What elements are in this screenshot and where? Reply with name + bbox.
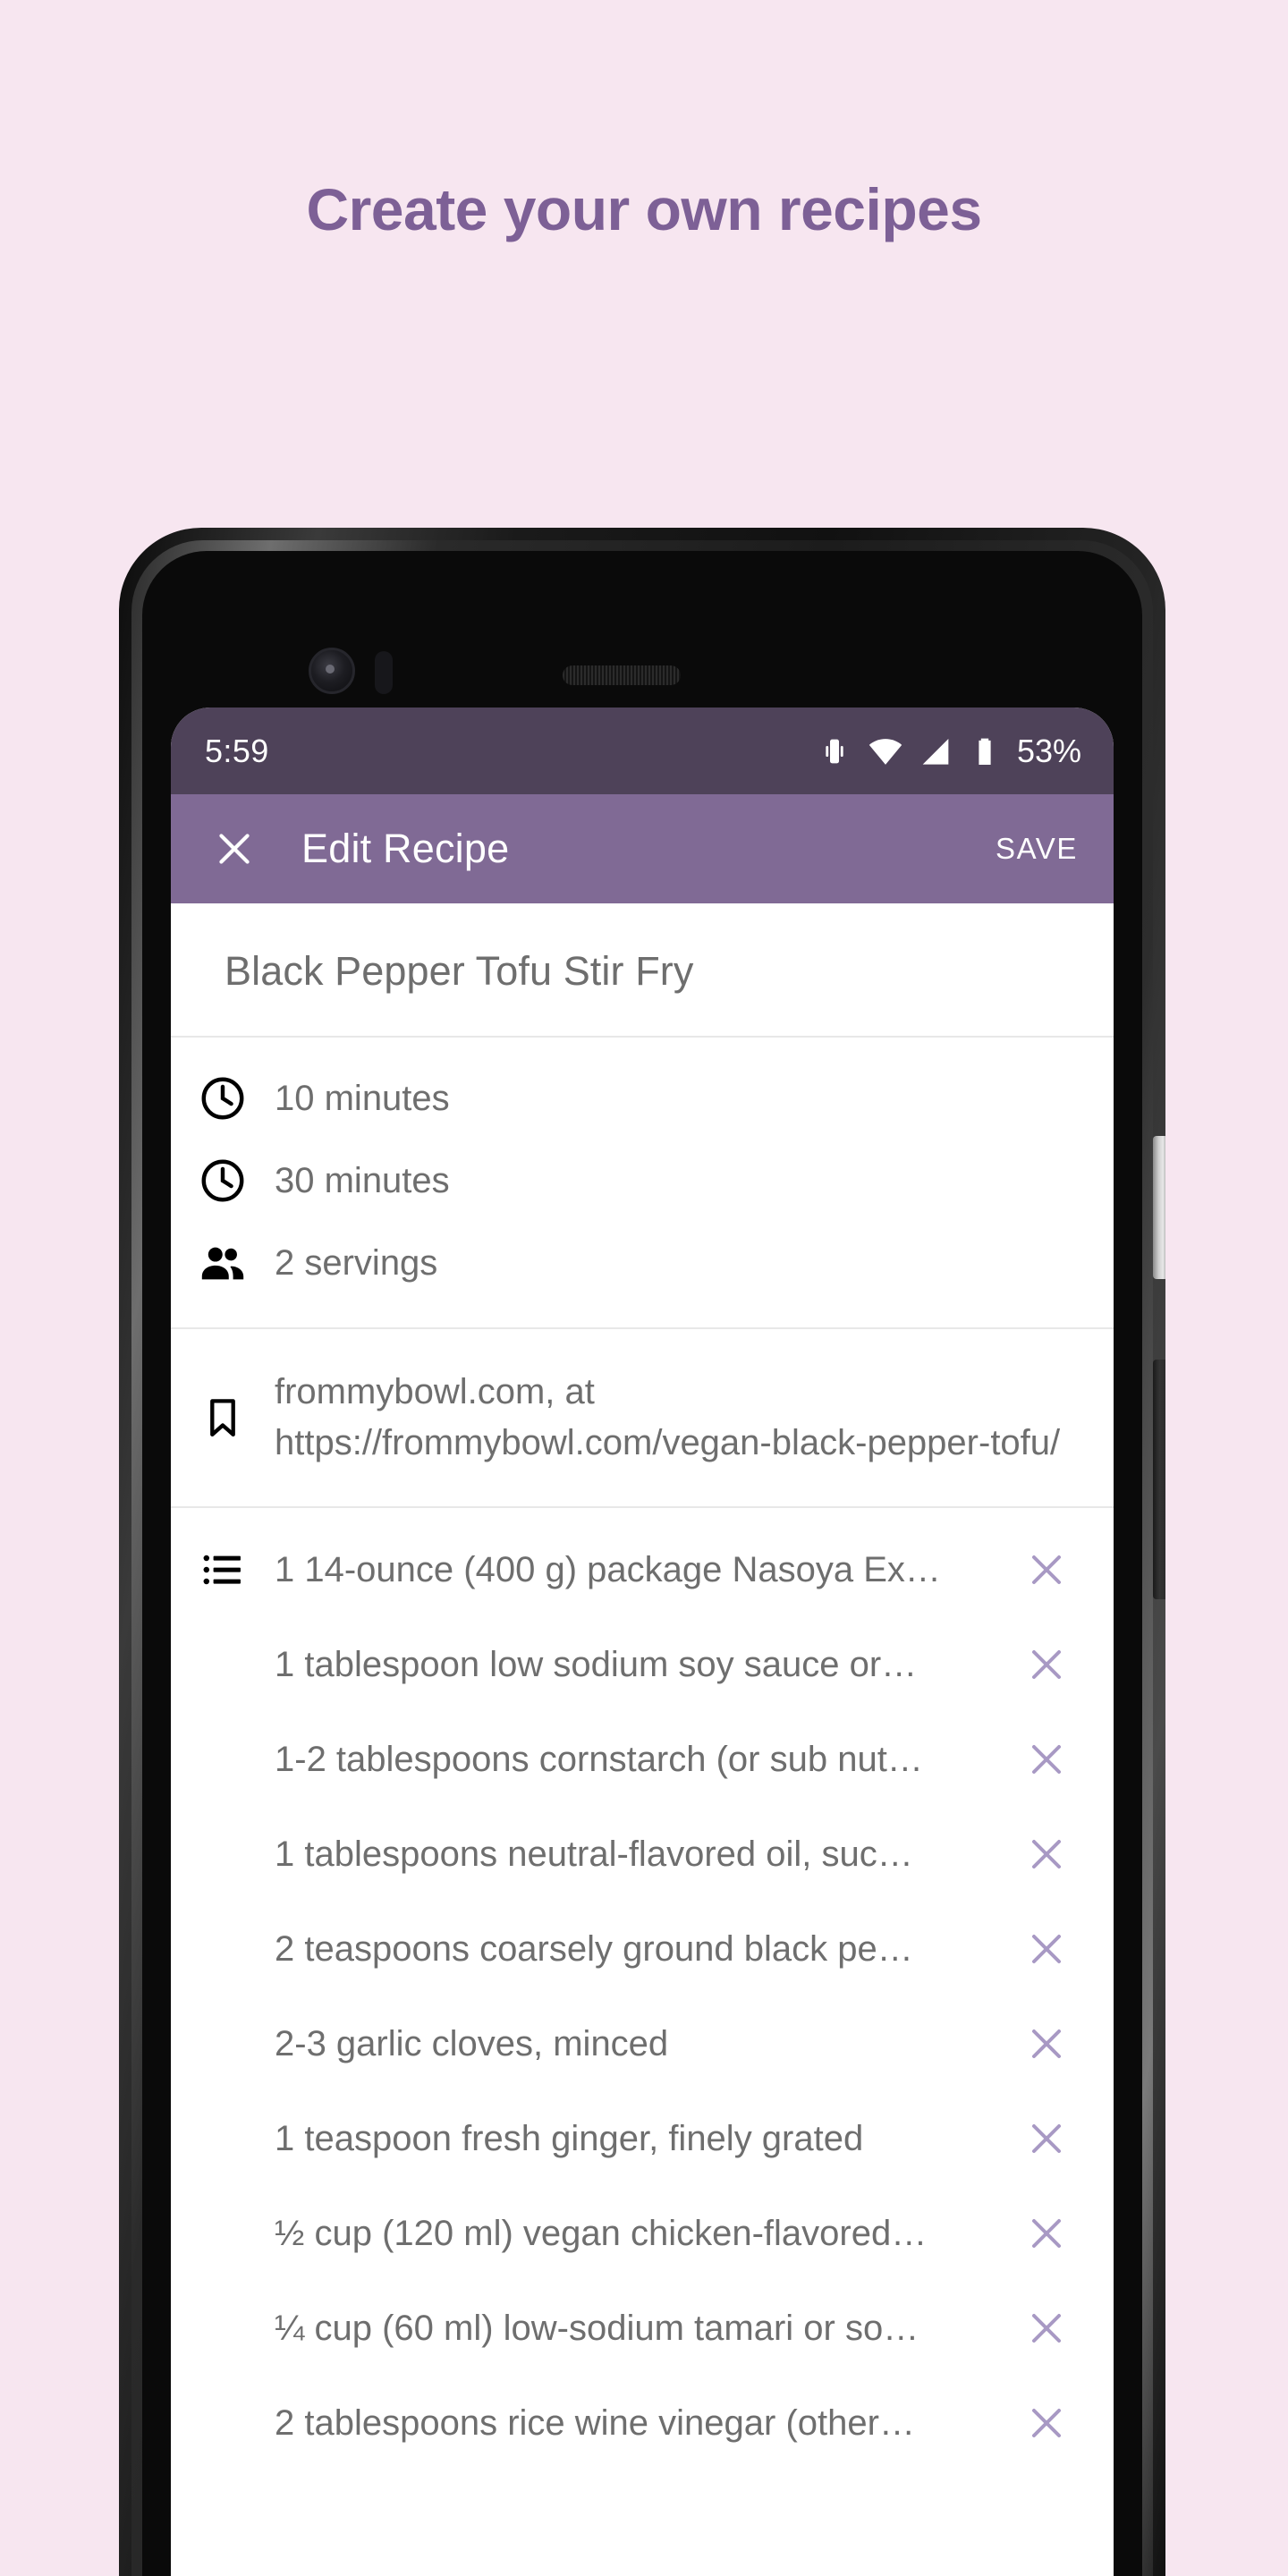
ingredient-text: ½ cup (120 ml) vegan chicken-flavored… [275, 2213, 928, 2253]
delete-ingredient-button[interactable] [1012, 1819, 1081, 1889]
ingredient-text: 2 teaspoons coarsely ground black pe… [275, 1928, 913, 1969]
page-title: Create your own recipes [306, 176, 982, 242]
close-icon [1032, 1555, 1061, 1584]
delete-ingredient-button[interactable] [1012, 2199, 1081, 2268]
close-icon [1032, 1745, 1061, 1774]
clock-icon [171, 1156, 275, 1206]
phone-mockup: 5:59 53% Edit Recipe SAVE Black Pepper T… [119, 528, 1165, 2576]
list-item[interactable]: 2 tablespoons rice wine vinegar (other… [171, 2376, 1114, 2470]
battery-percent-label: 53% [1016, 732, 1081, 769]
ingredient-text: 1 tablespoon low sodium soy sauce or… [275, 1644, 918, 1684]
recipe-meta-section: 10 minutes 30 minutes 2 servings [171, 1038, 1114, 1329]
delete-ingredient-button[interactable] [1012, 1724, 1081, 1794]
cellular-signal-icon [922, 738, 949, 765]
status-bar-time: 5:59 [205, 732, 269, 769]
front-camera-icon [309, 648, 355, 694]
status-bar-indicators: 53% [817, 733, 1081, 770]
list-item[interactable]: 1-2 tablespoons cornstarch (or sub nut… [171, 1712, 1114, 1807]
close-icon [1032, 2219, 1061, 2248]
ingredient-text: 1 teaspoon fresh ginger, finely grated [275, 2118, 864, 2158]
ingredient-text: 2-3 garlic cloves, minced [275, 2023, 669, 2063]
cook-time-value: 30 minutes [275, 1160, 450, 1200]
recipe-source-row[interactable]: frommybowl.com, at https://frommybowl.co… [171, 1329, 1114, 1508]
servings-row[interactable]: 2 servings [171, 1222, 1114, 1304]
people-icon [171, 1237, 275, 1289]
recipe-title-field[interactable]: Black Pepper Tofu Stir Fry [171, 903, 1114, 1038]
bookmark-icon [171, 1394, 275, 1441]
ingredient-text: 2 tablespoons rice wine vinegar (other… [275, 2402, 915, 2443]
list-item[interactable]: ¼ cup (60 ml) low-sodium tamari or so… [171, 2281, 1114, 2376]
cook-time-row[interactable]: 30 minutes [171, 1140, 1114, 1222]
vibrate-icon [826, 739, 843, 763]
delete-ingredient-button[interactable] [1012, 1630, 1081, 1699]
list-item[interactable]: 2-3 garlic cloves, minced [171, 1996, 1114, 2091]
close-button[interactable] [201, 816, 267, 882]
battery-icon [979, 738, 991, 765]
list-item[interactable]: ½ cup (120 ml) vegan chicken-flavored… [171, 2186, 1114, 2281]
list-item[interactable]: 1 tablespoons neutral-flavored oil, suc… [171, 1807, 1114, 1902]
app-bar: Edit Recipe SAVE [171, 794, 1114, 903]
status-bar: 5:59 53% [171, 708, 1114, 794]
prep-time-row[interactable]: 10 minutes [171, 1057, 1114, 1140]
ingredient-text: 1 tablespoons neutral-flavored oil, suc… [275, 1834, 913, 1874]
wifi-icon [869, 738, 902, 765]
ingredient-text: 1-2 tablespoons cornstarch (or sub nut… [275, 1739, 923, 1779]
camera-lens-dot [326, 665, 335, 674]
clock-icon [171, 1073, 275, 1123]
close-icon [1032, 2409, 1061, 2437]
close-icon [1032, 1650, 1061, 1679]
volume-button[interactable] [1153, 1360, 1165, 1599]
close-icon [1032, 2124, 1061, 2153]
list-item[interactable]: 1 tablespoon low sodium soy sauce or… [171, 1617, 1114, 1712]
app-bar-title: Edit Recipe [301, 826, 510, 871]
recipe-title-value: Black Pepper Tofu Stir Fry [225, 948, 694, 994]
list-icon [171, 1546, 275, 1593]
ingredients-list: 1 14-ounce (400 g) package Nasoya Ex… 1 … [171, 1508, 1114, 2470]
proximity-sensor-icon [375, 651, 393, 694]
servings-value: 2 servings [275, 1242, 438, 1283]
close-icon [1032, 1935, 1061, 1963]
phone-bezel: 5:59 53% Edit Recipe SAVE Black Pepper T… [142, 551, 1142, 2576]
recipe-source-value: frommybowl.com, at https://frommybowl.co… [275, 1372, 1061, 1462]
list-item[interactable]: 1 teaspoon fresh ginger, finely grated [171, 2091, 1114, 2186]
list-item[interactable]: 1 14-ounce (400 g) package Nasoya Ex… [171, 1522, 1114, 1617]
delete-ingredient-button[interactable] [1012, 2293, 1081, 2363]
delete-ingredient-button[interactable] [1012, 2388, 1081, 2458]
power-button[interactable] [1153, 1136, 1165, 1279]
earpiece-speaker-icon [563, 665, 681, 685]
close-icon [1032, 1840, 1061, 1868]
delete-ingredient-button[interactable] [1012, 2104, 1081, 2174]
ingredient-text: 1 14-ounce (400 g) package Nasoya Ex… [275, 1549, 941, 1589]
delete-ingredient-button[interactable] [1012, 2009, 1081, 2079]
delete-ingredient-button[interactable] [1012, 1535, 1081, 1605]
phone-screen: 5:59 53% Edit Recipe SAVE Black Pepper T… [171, 708, 1114, 2576]
close-icon [1032, 2314, 1061, 2343]
close-icon [219, 834, 250, 864]
delete-ingredient-button[interactable] [1012, 1914, 1081, 1984]
close-icon [1032, 2029, 1061, 2058]
ingredient-text: ¼ cup (60 ml) low-sodium tamari or so… [275, 2308, 919, 2348]
save-button[interactable]: SAVE [990, 818, 1083, 880]
prep-time-value: 10 minutes [275, 1078, 450, 1118]
list-item[interactable]: 2 teaspoons coarsely ground black pe… [171, 1902, 1114, 1996]
